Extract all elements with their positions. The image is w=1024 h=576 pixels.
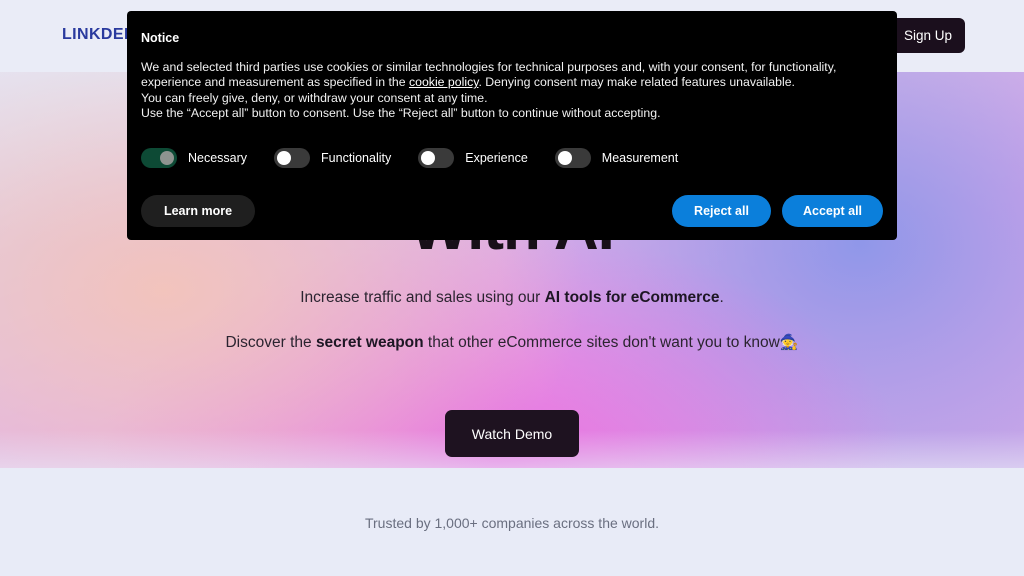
wizard-emoji-icon: 🧙	[779, 334, 799, 351]
hero-subtitle-1-pre: Increase traffic and sales using our	[300, 289, 545, 306]
page-root: LINKDELT Sign Up With AI Increase traffi…	[0, 0, 1024, 576]
footer-section: Trusted by 1,000+ companies across the w…	[0, 468, 1024, 576]
toggle-group-necessary: Necessary	[141, 147, 248, 168]
cookie-primary-actions: Reject all Accept all	[672, 195, 883, 227]
cookie-paragraph-1: We and selected third parties use cookie…	[141, 60, 883, 91]
learn-more-button[interactable]: Learn more	[141, 195, 255, 227]
hero-subtitle-2-post: that other eCommerce sites don't want yo…	[423, 334, 780, 351]
toggle-knob-icon	[160, 150, 174, 165]
cookie-paragraph-1-part-2: . Denying consent may make related featu…	[478, 75, 795, 90]
hero-subtitle-line-2: Discover the secret weapon that other eC…	[0, 330, 1024, 355]
hero-subtitle-line-1: Increase traffic and sales using our AI …	[0, 289, 1024, 307]
cookie-policy-link[interactable]: cookie policy	[409, 75, 479, 89]
cookie-banner-title: Notice	[141, 31, 180, 45]
toggle-group-functionality: Functionality	[274, 147, 392, 168]
toggle-measurement[interactable]	[554, 147, 591, 168]
reject-all-button[interactable]: Reject all	[672, 195, 771, 227]
trusted-by-text: Trusted by 1,000+ companies across the w…	[364, 515, 660, 531]
hero-subtitle-1-bold: AI tools for eCommerce	[544, 289, 720, 306]
toggle-necessary[interactable]	[141, 147, 177, 168]
toggle-label-measurement: Measurement	[601, 150, 679, 165]
consent-toggles-row: Necessary Functionality Experience Measu…	[141, 147, 883, 168]
toggle-knob-icon	[277, 150, 292, 165]
accept-all-button[interactable]: Accept all	[782, 195, 883, 227]
toggle-label-functionality: Functionality	[321, 150, 392, 165]
toggle-group-measurement: Measurement	[554, 147, 679, 168]
cookie-banner-actions: Learn more Reject all Accept all	[141, 195, 883, 227]
hero-subtitle-2-pre: Discover the	[225, 334, 316, 351]
toggle-label-experience: Experience	[465, 150, 528, 165]
toggle-knob-icon	[421, 150, 436, 165]
cookie-consent-banner: Notice We and selected third parties use…	[127, 11, 897, 240]
sign-up-button[interactable]: Sign Up	[891, 18, 965, 53]
watch-demo-button[interactable]: Watch Demo	[445, 410, 579, 457]
cookie-banner-body: We and selected third parties use cookie…	[141, 60, 883, 122]
toggle-group-experience: Experience	[418, 147, 528, 168]
toggle-functionality[interactable]	[274, 147, 311, 168]
toggle-label-necessary: Necessary	[188, 150, 248, 165]
cookie-paragraph-3: Use the “Accept all” button to consent. …	[141, 106, 661, 121]
hero-subtitle-1-post: .	[719, 289, 724, 306]
toggle-knob-icon	[557, 150, 572, 165]
toggle-experience[interactable]	[418, 147, 455, 168]
hero-subtitle-2-bold: secret weapon	[315, 334, 424, 351]
cookie-paragraph-2: You can freely give, deny, or withdraw y…	[141, 90, 488, 105]
